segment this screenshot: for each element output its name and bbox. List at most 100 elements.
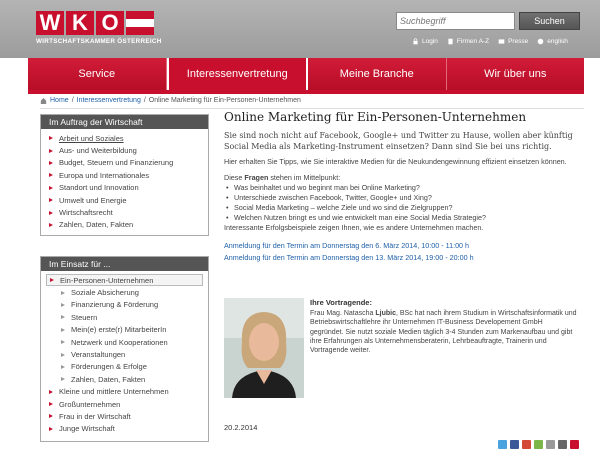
nav-item-service[interactable]: Service — [28, 58, 167, 90]
facebook-icon[interactable] — [510, 440, 519, 449]
questions-intro-suffix: stehen im Mittelpunkt: — [268, 172, 341, 182]
bullet-icon — [61, 327, 65, 332]
sidebar-subitem[interactable]: Förderungen & Erfolge — [41, 361, 208, 373]
sidebar-item-label: Großunternehmen — [59, 399, 121, 409]
sidebar-item-label: Zahlen, Daten, Fakten — [71, 374, 146, 384]
publish-date: 20.2.2014 — [224, 423, 258, 432]
sidebar-item-label: Umwelt und Energie — [59, 195, 127, 205]
sidebar-item-epu-active[interactable]: Ein-Personen-Unternehmen — [46, 274, 203, 287]
wko-logo[interactable]: W K O WIRTSCHAFTSKAMMER ÖSTERREICH — [36, 11, 162, 45]
sidebar-item-ausbildung[interactable]: Aus- und Weiterbildung — [41, 144, 208, 156]
sidebar-item-budget[interactable]: Budget, Steuern und Finanzierung — [41, 157, 208, 169]
bullet-icon — [50, 278, 54, 283]
sidebar-subitem[interactable]: Soziale Absicherung — [41, 286, 208, 298]
sidebar-subitem[interactable]: Steuern — [41, 311, 208, 323]
print-icon[interactable] — [558, 440, 567, 449]
bullet-icon — [61, 340, 65, 345]
page-title: Online Marketing für Ein-Personen-Untern… — [224, 110, 527, 124]
building-icon — [448, 38, 453, 45]
bullet-icon — [49, 426, 53, 431]
email-icon[interactable] — [546, 440, 555, 449]
twitter-icon[interactable] — [498, 440, 507, 449]
logo-subtitle: WIRTSCHAFTSKAMMER ÖSTERREICH — [36, 38, 162, 45]
sidebar-item-arbeit[interactable]: Arbeit und Soziales — [41, 132, 208, 144]
util-link-label: Login — [422, 38, 438, 45]
sidebar-item-label: Finanzierung & Förderung — [71, 300, 159, 310]
bookmark-icon[interactable] — [570, 440, 579, 449]
nav-item-interessenvertretung[interactable]: Interessenvertretung — [166, 58, 308, 90]
util-link-label: Firmen A-Z — [456, 38, 490, 45]
bullet-icon — [49, 148, 53, 153]
sidebar-subitem[interactable]: Netzwerk und Kooperationen — [41, 336, 208, 348]
sidebar-box-einsatz: Im Einsatz für ... Ein-Personen-Unterneh… — [40, 256, 209, 442]
registration-link-march-6[interactable]: Anmeldung für den Termin am Donnerstag d… — [224, 240, 580, 252]
sidebar-subitem[interactable]: Veranstaltungen — [41, 348, 208, 360]
logo-letter-k: K — [66, 11, 94, 35]
bullet-icon — [49, 389, 53, 394]
util-link-label: english — [547, 38, 568, 45]
bullet-icon — [61, 352, 65, 357]
questions-list: Was beinhaltet und wo beginnt man bei On… — [224, 183, 580, 223]
speaker-portrait-icon — [224, 298, 304, 398]
registration-link-march-13[interactable]: Anmeldung für den Termin am Donnerstag d… — [224, 252, 580, 264]
sidebar-item-label: Netzwerk und Kooperationen — [71, 337, 168, 347]
sidebar-item-junge[interactable]: Junge Wirtschaft — [41, 423, 208, 435]
home-icon — [40, 97, 47, 104]
util-link-english[interactable]: english — [537, 38, 568, 45]
sidebar-item-label: Junge Wirtschaft — [59, 424, 115, 434]
speaker-photo — [224, 298, 304, 398]
bullet-icon — [61, 377, 65, 382]
bullet-icon — [61, 364, 65, 369]
globe-icon — [537, 38, 544, 45]
nav-item-meine-branche[interactable]: Meine Branche — [308, 58, 447, 90]
sidebar-item-label: Mein(e) erste(r) MitarbeiterIn — [71, 325, 167, 335]
sidebar-subitem[interactable]: Mein(e) erste(r) MitarbeiterIn — [41, 324, 208, 336]
util-link-login[interactable]: Login — [412, 38, 438, 45]
bullet-icon — [49, 185, 53, 190]
logo-letter-o: O — [96, 11, 124, 35]
bullet-icon — [61, 315, 65, 320]
logo-letter-w: W — [36, 11, 64, 35]
sidebar-subitem[interactable]: Zahlen, Daten, Fakten — [41, 373, 208, 385]
search-input[interactable] — [396, 12, 515, 30]
sidebar-item-umwelt[interactable]: Umwelt und Energie — [41, 194, 208, 206]
util-link-presse[interactable]: Presse — [498, 38, 528, 45]
main-content: Online Marketing für Ein-Personen-Untern… — [224, 110, 580, 398]
bullet-icon — [61, 290, 65, 295]
util-link-firmen[interactable]: Firmen A-Z — [447, 38, 489, 45]
list-item: Was beinhaltet und wo beginnt man bei On… — [224, 183, 580, 193]
newspaper-icon — [498, 39, 505, 44]
bullet-icon — [49, 402, 53, 407]
sidebar-box-title: Im Auftrag der Wirtschaft — [41, 115, 208, 129]
sidebar-item-frau[interactable]: Frau in der Wirtschaft — [41, 410, 208, 422]
list-item: Unterschiede zwischen Facebook, Twitter,… — [224, 193, 580, 203]
sidebar-item-label: Förderungen & Erfolge — [71, 362, 147, 372]
success-examples-text: Interessante Erfolgsbeispiele zeigen Ihn… — [224, 222, 484, 232]
list-item: Welchen Nutzen bringt es und wie entwick… — [224, 213, 580, 223]
nav-underline — [28, 90, 584, 94]
speaker-heading: Ihre Vortragende: — [310, 298, 372, 307]
sidebar-item-europa[interactable]: Europa und Internationales — [41, 169, 208, 181]
sidebar-item-label: Budget, Steuern und Finanzierung — [59, 158, 174, 168]
bullet-icon — [49, 210, 53, 215]
austrian-flag-icon — [126, 11, 154, 35]
sidebar-item-grossunternehmen[interactable]: Großunternehmen — [41, 398, 208, 410]
main-nav: Service Interessenvertretung Meine Branc… — [28, 58, 584, 90]
share-icon[interactable] — [534, 440, 543, 449]
sidebar-item-zahlen[interactable]: Zahlen, Daten, Fakten — [41, 219, 208, 231]
share-toolbar — [498, 440, 579, 449]
nav-item-wir-ueber-uns[interactable]: Wir über uns — [446, 58, 584, 90]
sidebar-item-standort[interactable]: Standort und Innovation — [41, 182, 208, 194]
sidebar-item-kmu[interactable]: Kleine und mittlere Unternehmen — [41, 386, 208, 398]
breadcrumb-interessenvertretung[interactable]: Interessenvertretung — [77, 97, 141, 104]
breadcrumb-separator: / — [143, 97, 146, 104]
sidebar-item-label: Aus- und Weiterbildung — [59, 146, 137, 156]
sidebar-item-wirtschaftsrecht[interactable]: Wirtschaftsrecht — [41, 206, 208, 218]
googleplus-icon[interactable] — [522, 440, 531, 449]
sidebar-item-label: Arbeit und Soziales — [59, 133, 124, 143]
breadcrumb-home[interactable]: Home — [50, 97, 69, 104]
sidebar-subitem[interactable]: Finanzierung & Förderung — [41, 299, 208, 311]
sidebar-item-label: Kleine und mittlere Unternehmen — [59, 387, 169, 397]
sidebar-item-label: Europa und Internationales — [59, 170, 150, 180]
search-button[interactable]: Suchen — [519, 12, 580, 30]
